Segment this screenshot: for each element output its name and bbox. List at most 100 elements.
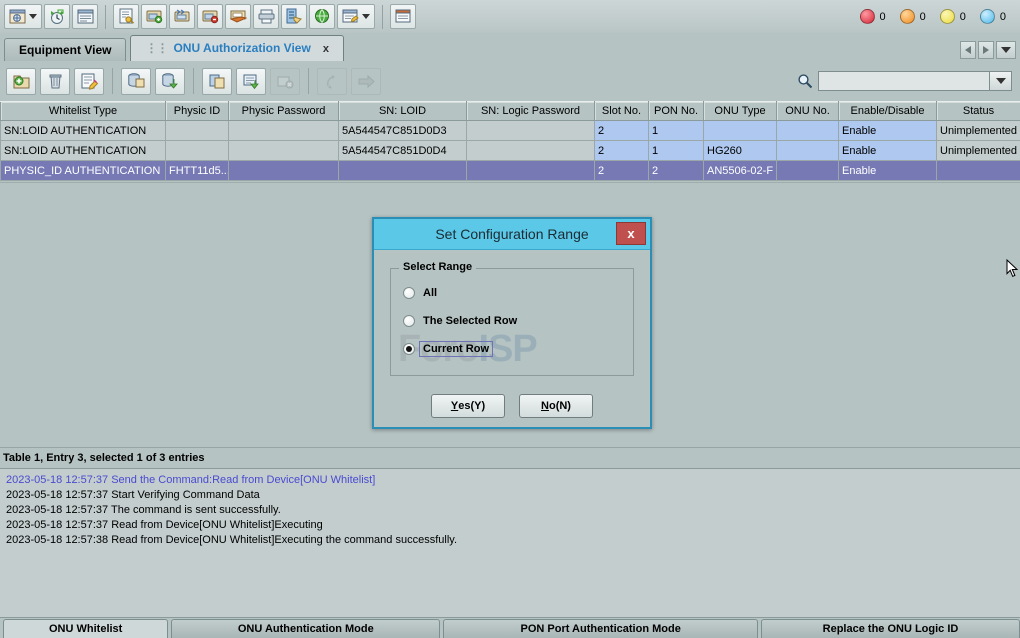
column-header-physic-password[interactable]: Physic Password xyxy=(229,102,339,121)
column-header-onu-no[interactable]: ONU No. xyxy=(777,102,839,121)
column-header-physic-id[interactable]: Physic ID xyxy=(166,102,229,121)
close-icon[interactable]: x xyxy=(616,222,646,245)
cell-sn-logic-password[interactable] xyxy=(467,161,595,181)
cell-enable-disable[interactable]: Enable xyxy=(839,121,937,141)
search-dropdown-button[interactable] xyxy=(990,71,1012,91)
radio-icon[interactable] xyxy=(403,315,415,327)
device-print-icon[interactable] xyxy=(253,4,279,29)
select-range-legend: Select Range xyxy=(399,261,476,273)
cell-sn-loid[interactable]: 5A544547C851D0D4 xyxy=(339,141,467,161)
cell-onu-type[interactable]: AN5506-02-F xyxy=(704,161,777,181)
column-header-pon-no[interactable]: PON No. xyxy=(649,102,704,121)
select-range-group: Select Range All The Selected Row Curren… xyxy=(390,268,634,376)
column-header-status[interactable]: Status xyxy=(937,102,1020,121)
table-row[interactable]: SN:LOID AUTHENTICATION 5A544547C851D0D3 … xyxy=(1,121,1020,141)
search-input[interactable] xyxy=(818,71,990,91)
log-pane[interactable]: 2023-05-18 12:57:37 Send the Command:Rea… xyxy=(0,468,1020,618)
cell-slot-no[interactable]: 2 xyxy=(595,141,649,161)
chevron-down-icon[interactable] xyxy=(29,14,37,19)
authorization-icon[interactable] xyxy=(113,4,139,29)
add-card-icon[interactable] xyxy=(141,4,167,29)
save-config-icon[interactable] xyxy=(225,4,251,29)
radio-option-the-selected-row[interactable]: The Selected Row xyxy=(403,307,621,335)
chevron-down-icon[interactable] xyxy=(362,14,370,19)
minor-alarm[interactable]: 0 xyxy=(940,9,966,24)
dialog-title: Set Configuration Range xyxy=(435,226,588,242)
bottom-tab-pon-port-authentication-mode[interactable]: PON Port Authentication Mode xyxy=(443,619,758,638)
radio-icon-selected[interactable] xyxy=(403,343,415,355)
tab-equipment-view[interactable]: Equipment View xyxy=(4,38,126,61)
bottom-tab-replace-onu-logic-id[interactable]: Replace the ONU Logic ID xyxy=(761,619,1020,638)
search-icon[interactable] xyxy=(792,70,818,92)
cell-sn-loid[interactable] xyxy=(339,161,467,181)
cell-onu-type[interactable] xyxy=(704,121,777,141)
cell-sn-loid[interactable]: 5A544547C851D0D3 xyxy=(339,121,467,141)
cell-physic-password[interactable] xyxy=(229,141,339,161)
network-globe-icon[interactable] xyxy=(309,4,335,29)
table-row[interactable]: PHYSIC_ID AUTHENTICATION FHTT11d5... 2 2… xyxy=(1,161,1020,181)
cell-enable-disable[interactable]: Enable xyxy=(839,141,937,161)
cell-physic-password[interactable] xyxy=(229,161,339,181)
write-to-device-button[interactable] xyxy=(155,68,185,95)
cell-whitelist-type[interactable]: SN:LOID AUTHENTICATION xyxy=(1,141,166,161)
warning-alarm[interactable]: 0 xyxy=(980,9,1006,24)
whitelist-grid: Whitelist Type Physic ID Physic Password… xyxy=(0,101,1020,181)
cell-physic-id[interactable] xyxy=(166,141,229,161)
radio-option-all[interactable]: All xyxy=(403,279,621,307)
column-header-onu-type[interactable]: ONU Type xyxy=(704,102,777,121)
cell-physic-password[interactable] xyxy=(229,121,339,141)
column-header-sn-logic-password[interactable]: SN: Logic Password xyxy=(467,102,595,121)
critical-alarm[interactable]: 0 xyxy=(860,9,886,24)
major-alarm[interactable]: 0 xyxy=(900,9,926,24)
tab-prev-button[interactable] xyxy=(960,41,976,59)
delete-row-button[interactable] xyxy=(40,68,70,95)
cell-onu-no[interactable] xyxy=(777,141,839,161)
bottom-tab-onu-authentication-mode[interactable]: ONU Authentication Mode xyxy=(171,619,440,638)
cell-slot-no[interactable]: 2 xyxy=(595,161,649,181)
cell-whitelist-type[interactable]: PHYSIC_ID AUTHENTICATION xyxy=(1,161,166,181)
column-header-whitelist-type[interactable]: Whitelist Type xyxy=(1,102,166,121)
cell-whitelist-type[interactable]: SN:LOID AUTHENTICATION xyxy=(1,121,166,141)
save-rows-button[interactable] xyxy=(236,68,266,95)
cell-sn-logic-password[interactable] xyxy=(467,141,595,161)
cell-pon-no[interactable]: 1 xyxy=(649,121,704,141)
window-icon[interactable] xyxy=(390,4,416,29)
add-row-button[interactable] xyxy=(6,68,36,95)
server-info-icon[interactable] xyxy=(281,4,307,29)
tab-next-button[interactable] xyxy=(978,41,994,59)
no-button[interactable]: No(N) xyxy=(519,394,593,418)
chevron-down-icon xyxy=(996,78,1006,84)
cell-enable-disable[interactable]: Enable xyxy=(839,161,937,181)
modify-row-button[interactable] xyxy=(74,68,104,95)
close-icon[interactable]: x xyxy=(323,43,329,55)
yes-button[interactable]: Yes(Y) xyxy=(431,394,505,418)
tab-onu-authorization-view[interactable]: ⋮⋮ONU Authorization Viewx xyxy=(130,35,343,61)
cell-onu-no[interactable] xyxy=(777,121,839,141)
column-header-slot-no[interactable]: Slot No. xyxy=(595,102,649,121)
table-row[interactable]: SN:LOID AUTHENTICATION 5A544547C851D0D4 … xyxy=(1,141,1020,161)
cell-slot-no[interactable]: 2 xyxy=(595,121,649,141)
dialog-title-bar[interactable]: Set Configuration Range x xyxy=(374,219,650,250)
delete-card-icon[interactable] xyxy=(197,4,223,29)
radio-option-current-row[interactable]: Current Row xyxy=(403,335,621,363)
read-from-device-button[interactable] xyxy=(121,68,151,95)
config-data-icon[interactable] xyxy=(169,4,195,29)
cell-sn-logic-password[interactable] xyxy=(467,121,595,141)
timing-task-icon[interactable] xyxy=(44,4,70,29)
onu-list-icon[interactable] xyxy=(72,4,98,29)
bottom-tab-onu-whitelist[interactable]: ONU Whitelist xyxy=(3,619,168,638)
toolbar-separator xyxy=(193,68,194,94)
column-header-enable-disable[interactable]: Enable/Disable xyxy=(839,102,937,121)
device-manager-icon[interactable] xyxy=(4,4,42,29)
cell-pon-no[interactable]: 2 xyxy=(649,161,704,181)
cell-physic-id[interactable] xyxy=(166,121,229,141)
cell-onu-type[interactable]: HG260 xyxy=(704,141,777,161)
cell-onu-no[interactable] xyxy=(777,161,839,181)
radio-icon[interactable] xyxy=(403,287,415,299)
cell-pon-no[interactable]: 1 xyxy=(649,141,704,161)
tab-list-button[interactable] xyxy=(996,41,1016,59)
copy-rows-button[interactable] xyxy=(202,68,232,95)
cell-physic-id[interactable]: FHTT11d5... xyxy=(166,161,229,181)
column-header-sn-loid[interactable]: SN: LOID xyxy=(339,102,467,121)
report-icon[interactable] xyxy=(337,4,375,29)
